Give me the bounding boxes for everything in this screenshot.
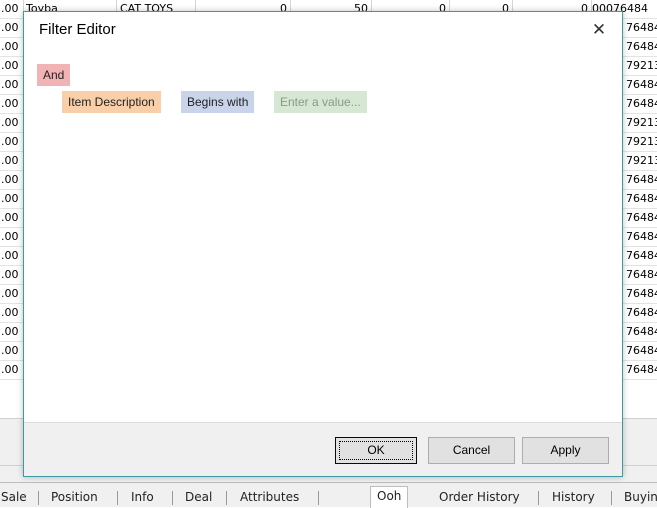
tab-ooh[interactable]: Ooh [370, 486, 409, 508]
grid-cell: .00 [1, 135, 19, 148]
grid-cell: 76484 [626, 78, 657, 91]
grid-cell: .00 [1, 363, 19, 376]
tab-deal[interactable]: Deal [185, 488, 212, 507]
grid-cell: 76484 [626, 173, 657, 186]
grid-cell: 76484 [626, 230, 657, 243]
grid-cell: 76484 [626, 211, 657, 224]
grid-cell: .00 [1, 40, 19, 53]
grid-cell: .00 [1, 173, 19, 186]
grid-cell: 76484 [626, 325, 657, 338]
grid-cell: 76484 [626, 287, 657, 300]
apply-button[interactable]: Apply [522, 437, 609, 464]
ok-button[interactable]: OK [335, 437, 417, 464]
grid-cell: 76484 [626, 21, 657, 34]
filter-expression-area[interactable]: And Item Description Begins with Enter a… [24, 50, 622, 423]
grid-cell: .00 [1, 192, 19, 205]
grid-cell: .00 [1, 97, 19, 110]
dialog-title: Filter Editor [39, 21, 116, 38]
grid-cell: .00 [1, 306, 19, 319]
filter-editor-dialog: Filter Editor ✕ And Item Description Beg… [23, 11, 623, 477]
grid-cell: 76484 [626, 40, 657, 53]
close-icon[interactable]: ✕ [584, 16, 614, 44]
grid-cell: .00 [1, 230, 19, 243]
grid-cell: .00 [1, 287, 19, 300]
tab-position[interactable]: Position [51, 488, 98, 507]
grid-cell: 76484 [626, 249, 657, 262]
grid-cell: .00 [1, 211, 19, 224]
grid-cell: 76484 [626, 363, 657, 376]
grid-cell: 76484 [626, 344, 657, 357]
grid-cell: 76484 [626, 192, 657, 205]
grid-cell: 79213 [626, 59, 657, 72]
tab-order-history[interactable]: Order History [439, 488, 520, 507]
dialog-title-bar: Filter Editor ✕ [24, 12, 622, 50]
grid-cell: 79213 [626, 135, 657, 148]
grid-cell: .00 [0, 0, 24, 18]
grid-cell: 79213 [626, 154, 657, 167]
grid-cell: 76484 [626, 268, 657, 281]
bottom-tab-bar: Sale Position Info Deal Attributes Ooh O… [0, 482, 657, 508]
condition-value-input[interactable]: Enter a value... [274, 91, 367, 113]
grid-cell: .00 [1, 21, 19, 34]
grid-cell: 76484 [626, 306, 657, 319]
condition-field[interactable]: Item Description [62, 91, 161, 113]
tab-info[interactable]: Info [131, 488, 154, 507]
group-operator-and[interactable]: And [37, 64, 71, 86]
grid-cell: .00 [1, 154, 19, 167]
tab-attributes[interactable]: Attributes [240, 488, 299, 507]
condition-operator[interactable]: Begins with [181, 91, 255, 113]
grid-cell: .00 [1, 268, 19, 281]
grid-cell: .00 [1, 116, 19, 129]
cancel-button[interactable]: Cancel [428, 437, 515, 464]
tab-buying[interactable]: Buyin [624, 488, 657, 507]
grid-cell: 79213 [626, 116, 657, 129]
tab-history[interactable]: History [552, 488, 595, 507]
grid-cell: .00 [1, 249, 19, 262]
grid-cell: .00 [1, 325, 19, 338]
grid-cell: .00 [1, 78, 19, 91]
grid-cell: .00 [1, 344, 19, 357]
tab-sale[interactable]: Sale [1, 488, 27, 507]
grid-cell: 76484 [626, 97, 657, 110]
grid-cell: .00 [1, 59, 19, 72]
